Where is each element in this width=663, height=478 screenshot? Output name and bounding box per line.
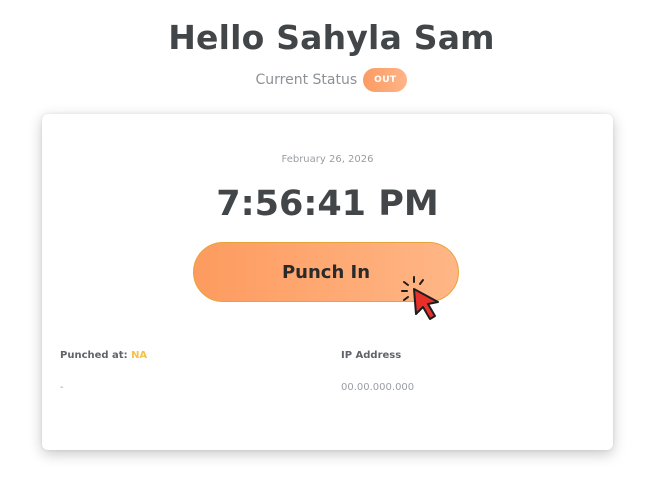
punch-card: February 26, 2026 7:56:41 PM Punch In Pu… xyxy=(42,114,613,450)
punched-at-value: - xyxy=(60,382,64,393)
punched-at-na: NA xyxy=(131,350,148,361)
greeting-heading: Hello Sahyla Sam xyxy=(168,18,495,57)
current-time: 7:56:41 PM xyxy=(216,184,439,224)
current-status-label: Current Status xyxy=(255,72,358,88)
punched-at-label-text: Punched at: xyxy=(60,350,128,361)
ip-address-section: IP Address 00.00.000.000 xyxy=(341,350,414,393)
current-status-row: Current Status OUT xyxy=(0,68,663,92)
current-date: February 26, 2026 xyxy=(281,154,374,165)
punched-at-label: Punched at: NA xyxy=(60,350,147,361)
status-badge: OUT xyxy=(363,68,408,92)
page: Hello Sahyla Sam Current Status OUT Febr… xyxy=(0,0,663,478)
ip-address-value: 00.00.000.000 xyxy=(341,382,415,393)
punched-at-section: Punched at: NA - xyxy=(60,350,147,393)
pointer-cursor-icon xyxy=(401,276,439,320)
ip-address-label: IP Address xyxy=(341,350,402,361)
